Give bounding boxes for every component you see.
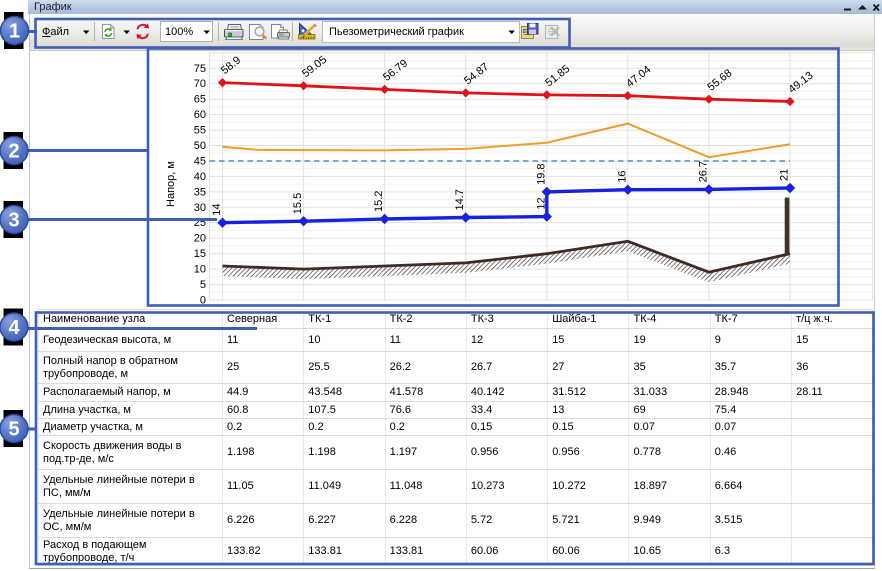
- svg-text:40: 40: [194, 171, 206, 183]
- svg-text:10: 10: [194, 264, 206, 276]
- svg-text:35: 35: [194, 186, 206, 198]
- svg-text:15.2: 15.2: [373, 191, 385, 212]
- svg-text:75: 75: [194, 63, 206, 75]
- svg-text:4: 4: [8, 317, 20, 339]
- svg-text:15.5: 15.5: [292, 193, 304, 214]
- svg-text:55: 55: [194, 125, 206, 137]
- svg-text:65: 65: [194, 94, 206, 106]
- svg-text:60: 60: [194, 109, 206, 121]
- svg-text:26.7: 26.7: [697, 161, 709, 182]
- svg-text:20: 20: [194, 233, 206, 245]
- svg-text:47.04: 47.04: [624, 64, 653, 90]
- svg-text:Напор, м: Напор, м: [165, 161, 177, 207]
- svg-text:19.8: 19.8: [535, 163, 547, 184]
- svg-text:5: 5: [200, 279, 206, 291]
- svg-text:70: 70: [194, 78, 206, 90]
- svg-text:14: 14: [211, 203, 223, 215]
- svg-text:30: 30: [194, 202, 206, 214]
- svg-text:5: 5: [8, 419, 19, 441]
- svg-text:21: 21: [779, 169, 791, 181]
- svg-text:3: 3: [8, 210, 19, 232]
- svg-text:14.7: 14.7: [454, 189, 466, 210]
- svg-text:49.13: 49.13: [786, 69, 815, 95]
- svg-text:55.68: 55.68: [705, 67, 734, 93]
- svg-text:16: 16: [616, 170, 628, 182]
- svg-text:15: 15: [194, 248, 206, 260]
- svg-text:45: 45: [194, 156, 206, 168]
- svg-text:56.79: 56.79: [381, 57, 410, 83]
- svg-text:1: 1: [9, 21, 20, 43]
- svg-text:2: 2: [8, 141, 19, 163]
- svg-text:12: 12: [535, 197, 547, 209]
- svg-text:50: 50: [194, 140, 206, 152]
